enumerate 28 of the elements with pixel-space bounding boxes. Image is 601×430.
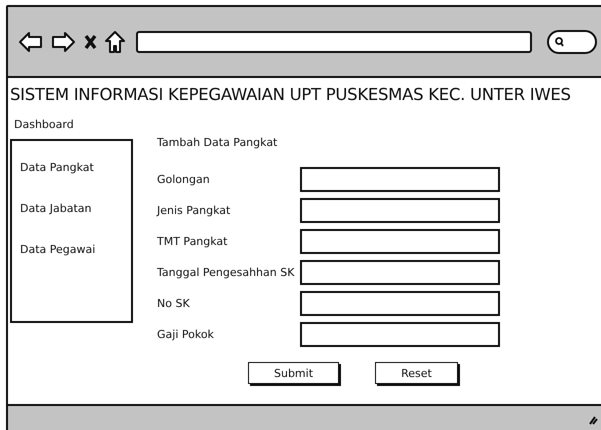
breadcrumb: Dashboard bbox=[14, 118, 75, 131]
input-field[interactable] bbox=[300, 229, 500, 254]
sidebar-link[interactable]: Data Pangkat bbox=[20, 161, 131, 174]
reset-button[interactable]: Reset bbox=[375, 362, 458, 384]
input-field[interactable] bbox=[300, 260, 500, 285]
sidebar-link[interactable]: Data Jabatan bbox=[20, 202, 131, 215]
search-field[interactable] bbox=[547, 30, 597, 54]
field-label: Gaji Pokok bbox=[157, 328, 215, 341]
field-label: No SK bbox=[157, 297, 191, 310]
field-label: Tanggal Pengesahhan SK bbox=[157, 266, 296, 279]
back-arrow-icon[interactable] bbox=[18, 30, 43, 52]
close-icon[interactable] bbox=[84, 34, 97, 50]
form-title: Tambah Data Pangkat bbox=[157, 136, 278, 149]
page-title: SISTEM INFORMASI KEPEGAWAIAN UPT PUSKESMAS KEC. UNTER IWES bbox=[10, 85, 572, 104]
input-field[interactable] bbox=[300, 198, 500, 223]
search-icon bbox=[555, 36, 564, 46]
submit-button[interactable]: Submit bbox=[248, 362, 339, 384]
sidebar-link[interactable]: Data Pegawai bbox=[20, 243, 131, 256]
forward-arrow-icon[interactable] bbox=[51, 30, 76, 52]
input-field[interactable] bbox=[300, 291, 500, 316]
field-label: Golongan bbox=[157, 173, 211, 186]
field-label: TMT Pangkat bbox=[157, 235, 228, 248]
input-field[interactable] bbox=[300, 167, 500, 192]
home-icon[interactable] bbox=[105, 30, 125, 52]
address-bar[interactable] bbox=[136, 30, 532, 52]
input-field[interactable] bbox=[300, 322, 500, 347]
resize-grip-icon[interactable] bbox=[589, 414, 598, 424]
field-label: Jenis Pangkat bbox=[157, 204, 232, 217]
